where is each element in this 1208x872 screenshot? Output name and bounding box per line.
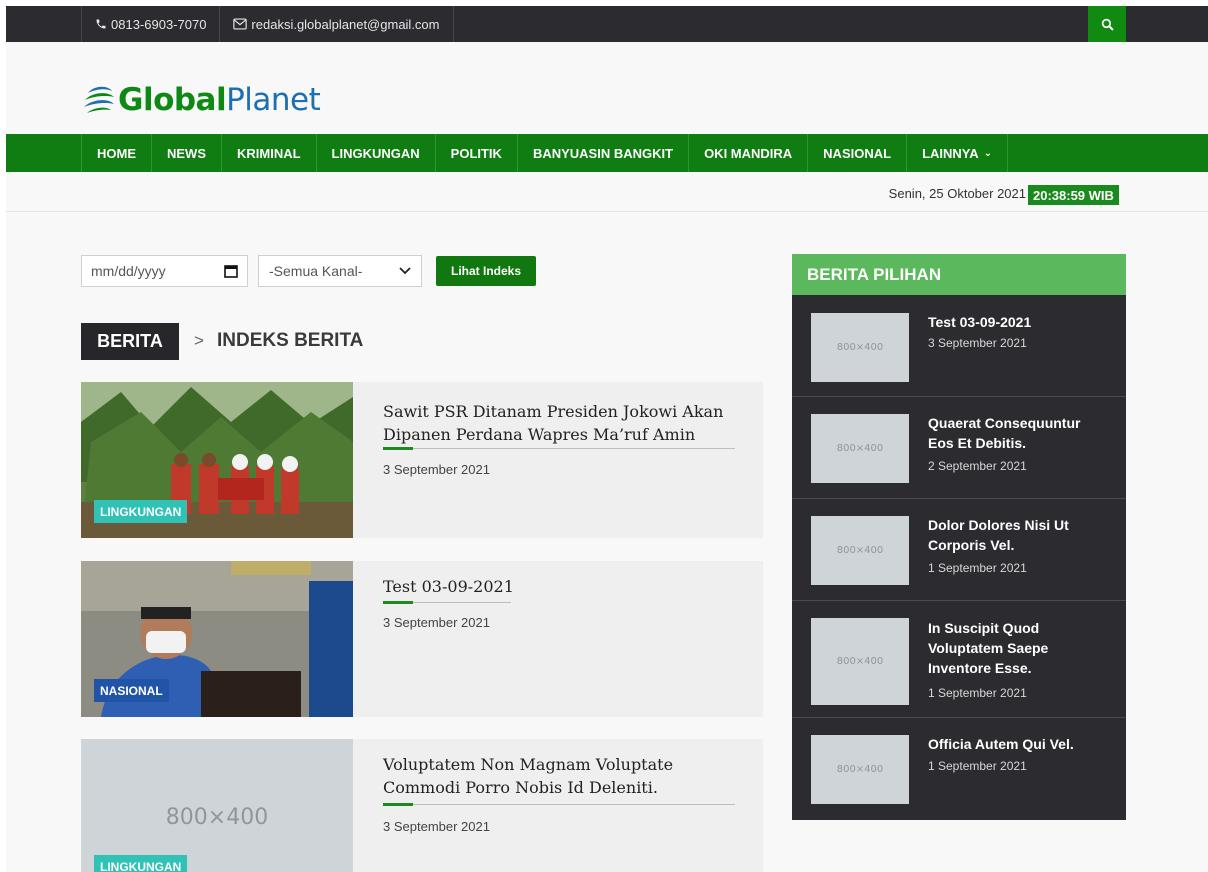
article-title-line: Voluptatem Non Magnam Voluptate <box>383 755 674 774</box>
article-item[interactable]: 800×400 LINGKUNGAN Voluptatem Non Magnam… <box>81 739 763 872</box>
article-title[interactable]: Sawit PSR Ditanam Presiden Jokowi Akan D… <box>383 400 723 446</box>
phone-contact[interactable]: 0813-6903-7070 <box>81 6 219 42</box>
nav-item-lingkungan[interactable]: LINGKUNGAN <box>315 134 435 172</box>
date-filter-input[interactable]: mm/dd/yyyy <box>81 255 248 287</box>
calendar-icon[interactable] <box>224 264 238 278</box>
email-address: redaksi.globalplanet@gmail.com <box>251 16 440 32</box>
article-title-line: Test 03-09-2021 <box>383 577 514 596</box>
search-icon <box>1101 18 1113 30</box>
nav-label: NASIONAL <box>823 145 892 161</box>
image-placeholder: 800×400 <box>811 618 909 705</box>
sidebar-thumbnail[interactable]: 800×400 <box>811 618 909 705</box>
sidebar-list: 800×400 Test 03-09-2021 3 September 2021… <box>792 295 1126 820</box>
article-item[interactable]: NASIONAL Test 03-09-2021 3 September 202… <box>81 561 763 717</box>
category-badge[interactable]: LINGKUNGAN <box>94 500 188 523</box>
page: 0813-6903-7070 redaksi.globalplanet@gmai… <box>6 6 1208 872</box>
nav-item-kriminal[interactable]: KRIMINAL <box>221 134 316 172</box>
article-title-line: Dipanen Perdana Wapres Ma’ruf Amin <box>383 425 696 444</box>
title-underline <box>383 447 735 450</box>
title-underline <box>383 803 735 806</box>
category-badge[interactable]: NASIONAL <box>94 679 169 702</box>
breadcrumb-section[interactable]: BERITA <box>81 323 179 360</box>
nav-label: POLITIK <box>450 145 502 161</box>
nav-label: NEWS <box>167 145 206 161</box>
sidebar-item[interactable]: 800×400 Officia Autem Qui Vel. 1 Septemb… <box>792 718 1126 820</box>
sidebar-item[interactable]: 800×400 Test 03-09-2021 3 September 2021 <box>792 295 1126 397</box>
article-thumbnail[interactable]: 800×400 <box>81 739 353 872</box>
nav-label: BANYUASIN BANGKIT <box>532 145 674 161</box>
sidebar-item-date: 1 September 2021 <box>928 686 1027 700</box>
article-date: 3 September 2021 <box>383 462 490 477</box>
chevron-down-icon <box>399 267 411 275</box>
current-time: 20:38:59 WIB <box>1028 185 1119 205</box>
sidebar-item-date: 3 September 2021 <box>928 336 1027 350</box>
sidebar-item-title[interactable]: Officia Autem Qui Vel. <box>928 734 1108 754</box>
logo-text-planet: Planet <box>226 82 321 118</box>
date-placeholder: mm/dd/yyyy <box>91 263 166 279</box>
sidebar-thumbnail[interactable]: 800×400 <box>811 414 909 483</box>
sidebar-item-date: 1 September 2021 <box>928 759 1027 773</box>
article-item[interactable]: LINGKUNGAN Sawit PSR Ditanam Presiden Jo… <box>81 382 763 538</box>
email-contact[interactable]: redaksi.globalplanet@gmail.com <box>219 6 454 42</box>
sidebar-item[interactable]: 800×400 Quaerat Consequuntur Eos Et Debi… <box>792 397 1126 499</box>
nav-item-home[interactable]: HOME <box>81 134 151 172</box>
date-bar: Senin, 25 Oktober 2021 20:38:59 WIB <box>6 172 1208 212</box>
channel-select[interactable]: -Semua Kanal- <box>258 255 422 287</box>
nav-item-oki-mandira[interactable]: OKI MANDIRA <box>688 134 807 172</box>
category-badge[interactable]: LINGKUNGAN <box>94 855 188 872</box>
nav-item-nasional[interactable]: NASIONAL <box>807 134 906 172</box>
nav-label: KRIMINAL <box>237 145 301 161</box>
image-placeholder: 800×400 <box>811 313 909 382</box>
nav-item-news[interactable]: NEWS <box>151 134 221 172</box>
nav-label: OKI MANDIRA <box>704 145 793 161</box>
nav-item-banyuasin-bangkit[interactable]: BANYUASIN BANGKIT <box>516 134 688 172</box>
article-date: 3 September 2021 <box>383 615 490 630</box>
phone-number: 0813-6903-7070 <box>111 16 207 32</box>
breadcrumb-separator: > <box>194 331 204 350</box>
search-button[interactable] <box>1088 6 1126 42</box>
nav-item-lainnya[interactable]: LAINNYA ⌄ <box>906 134 1009 172</box>
sidebar-item-date: 1 September 2021 <box>928 561 1027 575</box>
nav-label: LINGKUNGAN <box>331 145 420 161</box>
image-placeholder: 800×400 <box>81 739 353 872</box>
article-title[interactable]: Voluptatem Non Magnam Voluptate Commodi … <box>383 753 673 799</box>
sidebar-heading: BERITA PILIHAN <box>792 254 1126 295</box>
sidebar-item-title[interactable]: Test 03-09-2021 <box>928 312 1108 332</box>
article-title[interactable]: Test 03-09-2021 <box>383 575 514 598</box>
nav-label: LAINNYA <box>922 145 979 161</box>
globe-logo-icon <box>84 86 114 113</box>
chevron-down-icon: ⌄ <box>983 147 993 159</box>
phone-icon <box>96 19 106 29</box>
view-index-button[interactable]: Lihat Indeks <box>436 256 536 286</box>
current-date: Senin, 25 Oktober 2021 <box>888 186 1026 201</box>
sidebar-thumbnail[interactable]: 800×400 <box>811 313 909 382</box>
envelope-icon <box>233 18 248 30</box>
title-underline <box>383 601 511 604</box>
nav-label: HOME <box>97 145 136 161</box>
channel-selected: -Semua Kanal- <box>269 263 363 279</box>
sidebar-item-date: 2 September 2021 <box>928 459 1027 473</box>
logo-text-global: Global <box>118 82 227 118</box>
site-logo[interactable]: Global Planet <box>82 82 321 118</box>
image-placeholder: 800×400 <box>811 516 909 585</box>
main-nav: HOME NEWS KRIMINAL LINGKUNGAN POLITIK BA… <box>6 134 1208 172</box>
article-title-line: Sawit PSR Ditanam Presiden Jokowi Akan <box>383 402 724 421</box>
sidebar-thumbnail[interactable]: 800×400 <box>811 735 909 804</box>
sidebar-item[interactable]: 800×400 Dolor Dolores Nisi Ut Corporis V… <box>792 499 1126 601</box>
breadcrumb-current: INDEKS BERITA <box>217 330 364 351</box>
sidebar-thumbnail[interactable]: 800×400 <box>811 516 909 585</box>
nav-item-politik[interactable]: POLITIK <box>434 134 517 172</box>
article-date: 3 September 2021 <box>383 819 490 834</box>
image-placeholder: 800×400 <box>811 735 909 804</box>
article-title-line: Commodi Porro Nobis Id Deleniti. <box>383 778 658 797</box>
sidebar-item-title[interactable]: Dolor Dolores Nisi Ut Corporis Vel. <box>928 515 1108 555</box>
sidebar-item-title[interactable]: Quaerat Consequuntur Eos Et Debitis. <box>928 413 1108 453</box>
image-placeholder: 800×400 <box>811 414 909 483</box>
sidebar-item-title[interactable]: In Suscipit Quod Voluptatem Saepe Invent… <box>928 618 1108 678</box>
sidebar-item[interactable]: 800×400 In Suscipit Quod Voluptatem Saep… <box>792 601 1126 718</box>
top-bar: 0813-6903-7070 redaksi.globalplanet@gmai… <box>6 6 1208 42</box>
